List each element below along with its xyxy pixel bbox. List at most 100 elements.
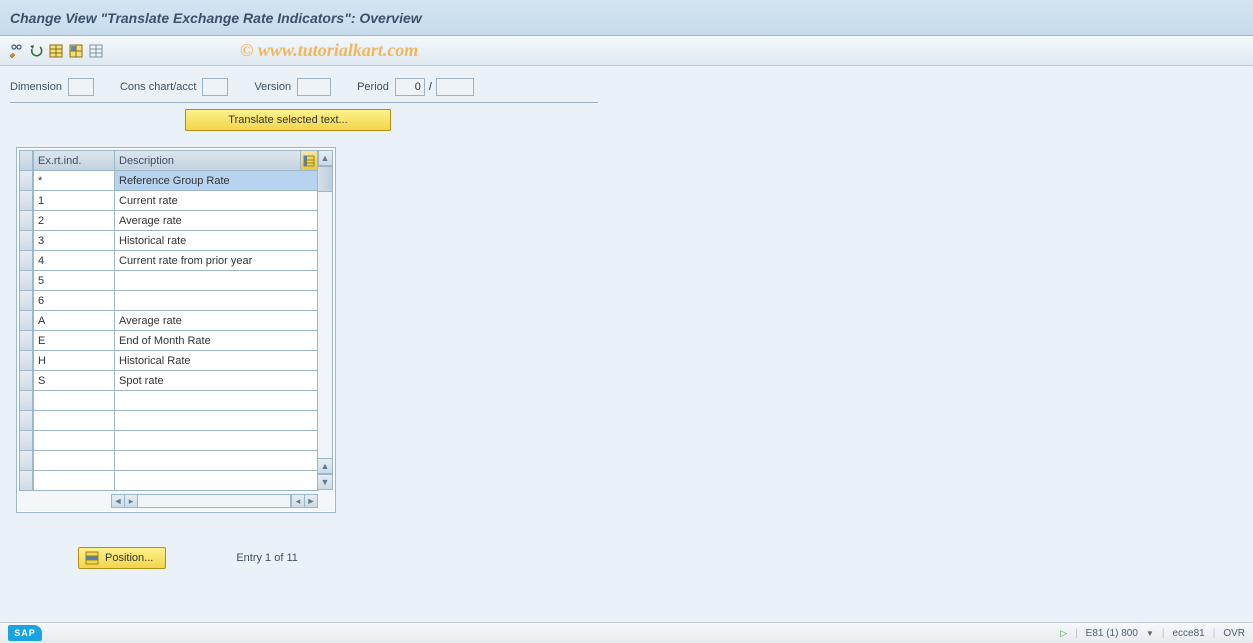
cell-indicator[interactable]: E — [33, 330, 115, 351]
row-selector[interactable] — [19, 350, 33, 371]
cell-description[interactable]: Historical Rate — [114, 350, 319, 371]
hscroll-last-button[interactable]: ► — [304, 494, 318, 508]
status-mode: OVR — [1223, 628, 1245, 639]
cell-description[interactable] — [114, 410, 319, 431]
table-row[interactable]: 2Average rate — [33, 210, 318, 231]
toggle-change-button[interactable] — [7, 42, 25, 60]
table-row[interactable]: 1Current rate — [33, 190, 318, 211]
cons-chart-field[interactable] — [202, 78, 228, 96]
select-all-button[interactable] — [47, 42, 65, 60]
hscroll-right-button[interactable]: ◂ — [291, 494, 305, 508]
cell-description[interactable]: Average rate — [114, 210, 319, 231]
year-field[interactable] — [436, 78, 474, 96]
row-selector[interactable] — [19, 430, 33, 451]
cell-description[interactable]: Reference Group Rate — [114, 170, 319, 191]
select-all-rows-header[interactable] — [19, 150, 33, 171]
table-row[interactable]: 6 — [33, 290, 318, 311]
scroll-thumb[interactable] — [318, 166, 332, 192]
cell-indicator[interactable] — [33, 390, 115, 411]
table-row[interactable]: 3Historical rate — [33, 230, 318, 251]
cell-indicator[interactable]: H — [33, 350, 115, 371]
cell-indicator[interactable]: 6 — [33, 290, 115, 311]
row-selector[interactable] — [19, 470, 33, 491]
exchange-rate-table: Ex.rt.ind. Description *Reference Group … — [16, 147, 336, 513]
table-row[interactable] — [33, 470, 318, 491]
hscroll-left-button[interactable]: ▸ — [124, 494, 138, 508]
cell-indicator[interactable] — [33, 470, 115, 491]
row-selector[interactable] — [19, 230, 33, 251]
cell-indicator[interactable]: S — [33, 370, 115, 391]
cell-description[interactable] — [114, 290, 319, 311]
cell-indicator[interactable]: 5 — [33, 270, 115, 291]
version-field[interactable] — [297, 78, 331, 96]
row-selector[interactable] — [19, 390, 33, 411]
cell-indicator[interactable] — [33, 450, 115, 471]
cell-description[interactable]: Historical rate — [114, 230, 319, 251]
cell-description[interactable] — [114, 430, 319, 451]
cell-indicator[interactable]: A — [33, 310, 115, 331]
cell-description[interactable] — [114, 450, 319, 471]
cell-description[interactable]: Average rate — [114, 310, 319, 331]
table-row[interactable]: 5 — [33, 270, 318, 291]
row-selector-column — [19, 150, 33, 490]
cell-indicator[interactable] — [33, 410, 115, 431]
cell-description[interactable]: Spot rate — [114, 370, 319, 391]
cell-indicator[interactable]: 2 — [33, 210, 115, 231]
vertical-scrollbar[interactable]: ▲ ▲ ▼ — [317, 150, 333, 490]
table-row[interactable]: *Reference Group Rate — [33, 170, 318, 191]
translate-selected-button[interactable]: Translate selected text... — [185, 109, 391, 131]
row-selector[interactable] — [19, 190, 33, 211]
session-dropdown-icon[interactable]: ▼ — [1146, 629, 1154, 638]
table-row[interactable] — [33, 410, 318, 431]
cell-description[interactable] — [114, 390, 319, 411]
dimension-field[interactable] — [68, 78, 94, 96]
cell-indicator[interactable]: 3 — [33, 230, 115, 251]
table-row[interactable] — [33, 450, 318, 471]
hscroll-track[interactable] — [137, 494, 291, 508]
row-selector[interactable] — [19, 370, 33, 391]
cell-description[interactable]: Current rate from prior year — [114, 250, 319, 271]
table-row[interactable]: EEnd of Month Rate — [33, 330, 318, 351]
row-selector[interactable] — [19, 330, 33, 351]
table-row[interactable] — [33, 390, 318, 411]
column-header-description[interactable]: Description — [114, 150, 319, 171]
cell-indicator[interactable]: * — [33, 170, 115, 191]
scroll-up-button[interactable]: ▲ — [317, 150, 333, 166]
row-selector[interactable] — [19, 290, 33, 311]
period-field[interactable] — [395, 78, 425, 96]
hscroll-first-button[interactable]: ◄ — [111, 494, 125, 508]
row-selector[interactable] — [19, 410, 33, 431]
position-button-label: Position... — [105, 552, 153, 564]
table-row[interactable]: HHistorical Rate — [33, 350, 318, 371]
cell-description[interactable]: End of Month Rate — [114, 330, 319, 351]
entry-counter: Entry 1 of 11 — [236, 552, 298, 564]
cell-description[interactable]: Current rate — [114, 190, 319, 211]
table-row[interactable]: SSpot rate — [33, 370, 318, 391]
scroll-line-up-button[interactable]: ▲ — [317, 458, 333, 474]
select-block-button[interactable] — [67, 42, 85, 60]
row-selector[interactable] — [19, 270, 33, 291]
row-selector[interactable] — [19, 250, 33, 271]
deselect-all-button[interactable] — [87, 42, 105, 60]
page-title: Change View "Translate Exchange Rate Ind… — [10, 10, 422, 26]
status-session[interactable]: E81 (1) 800 — [1086, 628, 1138, 639]
row-selector[interactable] — [19, 450, 33, 471]
scroll-track[interactable] — [317, 166, 333, 458]
undo-button[interactable] — [27, 42, 45, 60]
scroll-down-button[interactable]: ▼ — [317, 474, 333, 490]
cell-indicator[interactable]: 1 — [33, 190, 115, 211]
parameter-strip: Dimension Cons chart/acct Version Period… — [0, 66, 1253, 102]
row-selector[interactable] — [19, 210, 33, 231]
row-selector[interactable] — [19, 310, 33, 331]
cell-indicator[interactable]: 4 — [33, 250, 115, 271]
cell-description[interactable] — [114, 270, 319, 291]
table-row[interactable] — [33, 430, 318, 451]
cell-description[interactable] — [114, 470, 319, 491]
position-button[interactable]: Position... — [78, 547, 166, 569]
cell-indicator[interactable] — [33, 430, 115, 451]
column-header-indicator[interactable]: Ex.rt.ind. — [33, 150, 115, 171]
table-row[interactable]: AAverage rate — [33, 310, 318, 331]
row-selector[interactable] — [19, 170, 33, 191]
table-row[interactable]: 4Current rate from prior year — [33, 250, 318, 271]
table-settings-button[interactable] — [300, 150, 318, 171]
